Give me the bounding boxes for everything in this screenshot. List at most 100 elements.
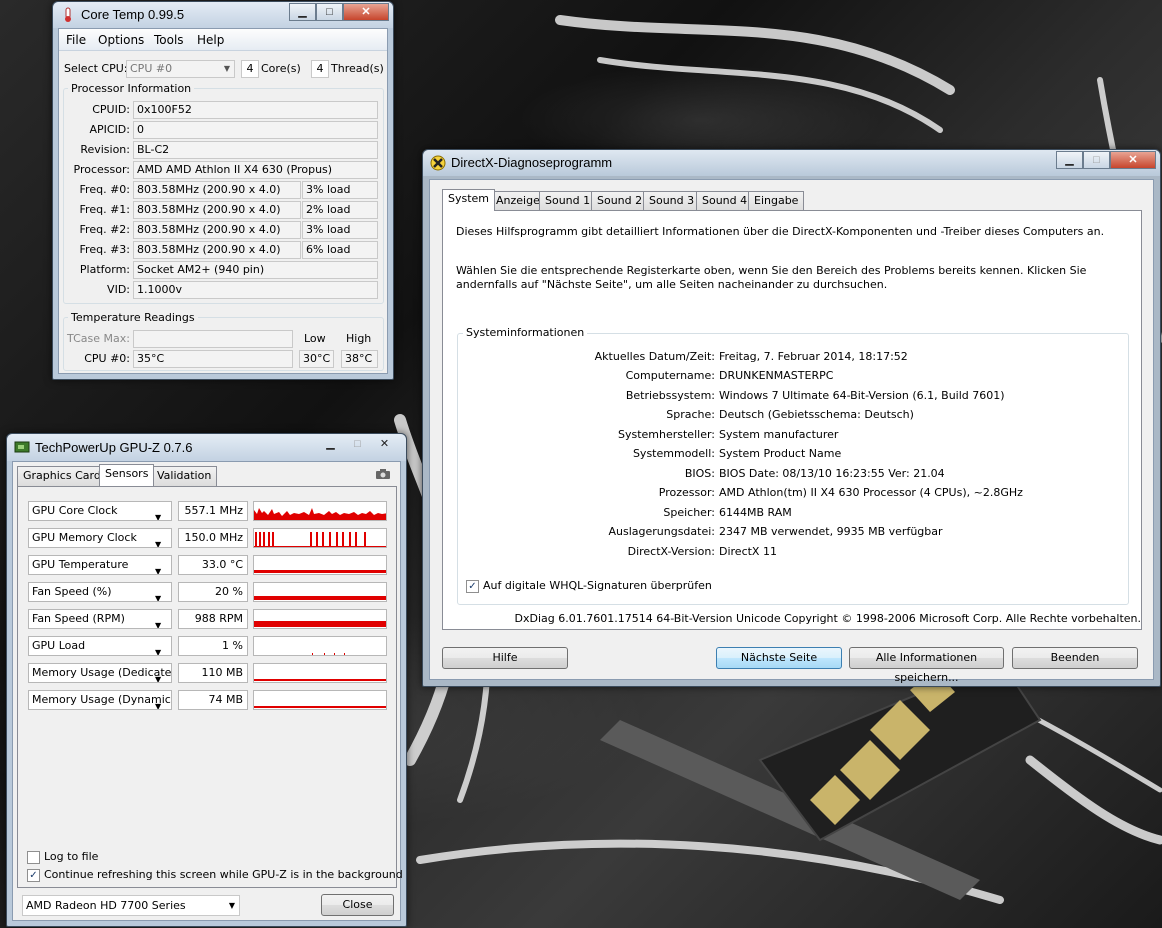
freq3-label: Freq. #3: xyxy=(79,243,130,256)
tab-sound-4[interactable]: Sound 4 xyxy=(696,191,754,211)
cpu0-temp-label: CPU #0: xyxy=(84,352,130,365)
freq1-label: Freq. #1: xyxy=(79,203,130,216)
sensor-row: GPU Memory Clock ▼ 150.0 MHz xyxy=(28,528,390,548)
info-value: System Product Name xyxy=(719,447,842,460)
close-button[interactable]: ✕ xyxy=(343,3,389,21)
chevron-down-icon: ▼ xyxy=(223,64,230,73)
maximize-button[interactable]: □ xyxy=(344,436,371,454)
tab-sensors[interactable]: Sensors xyxy=(99,464,155,486)
chevron-down-icon: ▼ xyxy=(155,675,162,683)
cpuid-value: 0x100F52 xyxy=(133,101,378,119)
sensor-row: GPU Load ▼ 1 % xyxy=(28,636,390,656)
processor-label: Processor: xyxy=(73,163,131,176)
info-row: Systemhersteller: System manufacturer xyxy=(457,426,1129,444)
close-button[interactable]: ✕ xyxy=(1110,151,1156,169)
sensor-value: 33.0 °C xyxy=(178,555,248,575)
tab-validation[interactable]: Validation xyxy=(151,466,218,486)
sensor-name[interactable]: Fan Speed (RPM) ▼ xyxy=(28,609,172,629)
help-button[interactable]: Hilfe xyxy=(442,647,568,669)
sensor-graph xyxy=(253,636,387,656)
tab-sound-1[interactable]: Sound 1 xyxy=(539,191,597,211)
camera-icon[interactable] xyxy=(375,468,391,480)
coretemp-window: Core Temp 0.99.5 ▁ □ ✕ File Options Tool… xyxy=(52,1,394,380)
freq2-label: Freq. #2: xyxy=(79,223,130,236)
menu-tools[interactable]: Tools xyxy=(154,31,184,49)
sensor-graph xyxy=(253,690,387,710)
gpu-select[interactable]: AMD Radeon HD 7700 Series ▼ xyxy=(22,895,240,916)
chevron-down-icon: ▼ xyxy=(155,702,162,710)
sensor-name[interactable]: GPU Temperature ▼ xyxy=(28,555,172,575)
sensor-name[interactable]: Fan Speed (%) ▼ xyxy=(28,582,172,602)
menu-bar: File Options Tools Help xyxy=(59,29,387,51)
intro-text-1: Dieses Hilfsprogramm gibt detailliert In… xyxy=(456,225,1105,238)
tab-system[interactable]: System xyxy=(442,189,496,211)
sensor-name[interactable]: GPU Memory Clock ▼ xyxy=(28,528,172,548)
tab-sound-2[interactable]: Sound 2 xyxy=(591,191,649,211)
apicid-value: 0 xyxy=(133,121,378,139)
threads-count: 4 xyxy=(311,60,329,78)
minimize-button[interactable]: ▁ xyxy=(317,436,344,454)
dxdiag-title: DirectX-Diagnoseprogramm xyxy=(451,155,613,170)
tab-graphics-card[interactable]: Graphics Card xyxy=(17,466,107,486)
chevron-down-icon: ▼ xyxy=(155,648,162,656)
sensor-row: Fan Speed (RPM) ▼ 988 RPM xyxy=(28,609,390,629)
sensor-row: Memory Usage (Dynamic) ▼ 74 MB xyxy=(28,690,390,710)
coretemp-titlebar[interactable]: Core Temp 0.99.5 ▁ □ ✕ xyxy=(53,2,393,28)
exit-button[interactable]: Beenden xyxy=(1012,647,1138,669)
minimize-button[interactable]: ▁ xyxy=(289,3,316,21)
save-all-info-button[interactable]: Alle Informationen speichern... xyxy=(849,647,1004,684)
log-to-file-checkbox[interactable] xyxy=(27,851,40,864)
sensor-graph xyxy=(253,555,387,575)
menu-options[interactable]: Options xyxy=(98,31,144,49)
sensor-value: 1 % xyxy=(178,636,248,656)
freq3-value: 803.58MHz (200.90 x 4.0) xyxy=(133,241,301,259)
tcase-label: TCase Max: xyxy=(67,332,130,345)
info-value: Deutsch (Gebietsschema: Deutsch) xyxy=(719,408,914,421)
info-value: 6144MB RAM xyxy=(719,506,792,519)
close-button[interactable]: Close xyxy=(321,894,394,916)
sensor-name[interactable]: Memory Usage (Dynamic) ▼ xyxy=(28,690,172,710)
cpu-select[interactable]: CPU #0 ▼ xyxy=(126,60,235,78)
continue-refresh-label: Continue refreshing this screen while GP… xyxy=(44,868,403,881)
sensor-name[interactable]: GPU Core Clock ▼ xyxy=(28,501,172,521)
info-label: Computername: xyxy=(625,369,715,382)
next-page-button[interactable]: Nächste Seite xyxy=(716,647,842,669)
chevron-down-icon: ▼ xyxy=(228,901,235,910)
revision-value: BL-C2 xyxy=(133,141,378,159)
directx-icon xyxy=(430,155,446,171)
gpuz-app-icon xyxy=(14,441,30,453)
menu-help[interactable]: Help xyxy=(197,31,224,49)
minimize-button[interactable]: ▁ xyxy=(1056,151,1083,169)
sensor-level-bar xyxy=(254,570,386,573)
info-row: Prozessor: AMD Athlon(tm) II X4 630 Proc… xyxy=(457,484,1129,502)
tab-sound-3[interactable]: Sound 3 xyxy=(643,191,701,211)
coretemp-client: File Options Tools Help Select CPU: CPU … xyxy=(58,28,388,374)
sensor-value: 150.0 MHz xyxy=(178,528,248,548)
tab-eingabe[interactable]: Eingabe xyxy=(748,191,805,211)
maximize-button[interactable]: □ xyxy=(316,3,343,21)
info-row: Auslagerungsdatei: 2347 MB verwendet, 99… xyxy=(457,523,1129,541)
gpuz-title: TechPowerUp GPU-Z 0.7.6 xyxy=(35,440,193,455)
tab-anzeige[interactable]: Anzeige xyxy=(490,191,546,211)
systeminfo-title: Systeminformationen xyxy=(463,326,588,340)
dxdiag-titlebar[interactable]: DirectX-Diagnoseprogramm ▁ □ ✕ xyxy=(423,150,1160,176)
info-label: DirectX-Version: xyxy=(627,545,715,558)
select-cpu-label: Select CPU: xyxy=(64,62,128,75)
system-tab-panel: Dieses Hilfsprogramm gibt detailliert In… xyxy=(442,210,1142,630)
close-button[interactable]: ✕ xyxy=(371,436,398,454)
info-label: Systemhersteller: xyxy=(617,428,715,441)
menu-file[interactable]: File xyxy=(66,31,86,49)
sensor-value: 74 MB xyxy=(178,690,248,710)
gpuz-titlebar[interactable]: TechPowerUp GPU-Z 0.7.6 ▁ □ ✕ xyxy=(7,434,406,461)
maximize-button[interactable]: □ xyxy=(1083,151,1110,169)
whql-checkbox[interactable]: ✓ xyxy=(466,580,479,593)
continue-refresh-checkbox[interactable]: ✓ xyxy=(27,869,40,882)
apicid-label: APICID: xyxy=(89,123,130,136)
sensor-name[interactable]: GPU Load ▼ xyxy=(28,636,172,656)
dxdiag-client: System Anzeige Sound 1 Sound 2 Sound 3 S… xyxy=(429,179,1154,684)
chevron-down-icon: ▼ xyxy=(155,540,162,548)
threads-label: Thread(s) xyxy=(331,62,384,75)
sensor-graph xyxy=(253,663,387,683)
sensor-name[interactable]: Memory Usage (Dedicated) ▼ xyxy=(28,663,172,683)
freq1-value: 803.58MHz (200.90 x 4.0) xyxy=(133,201,301,219)
